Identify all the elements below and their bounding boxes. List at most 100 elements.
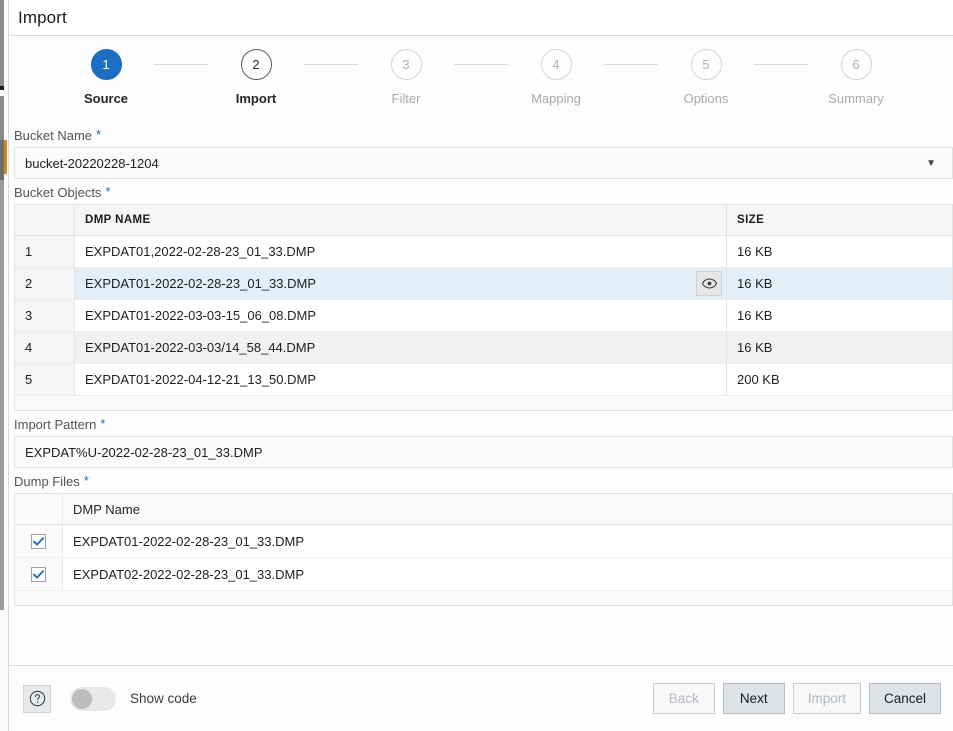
step-import-label: Import bbox=[236, 91, 276, 106]
table-row[interactable]: 2 EXPDAT01-2022-02-28-23_01_33.DMP 16 KB bbox=[15, 268, 952, 300]
bucket-objects-label-row: Bucket Objects * bbox=[9, 179, 953, 204]
show-code-toggle[interactable] bbox=[70, 687, 116, 711]
row-size: 16 KB bbox=[726, 300, 952, 331]
table-row[interactable]: 1 EXPDAT01,2022-02-28-23_01_33.DMP 16 KB bbox=[15, 236, 952, 268]
bucket-objects-label: Bucket Objects bbox=[14, 185, 101, 200]
bucket-name-label: Bucket Name bbox=[14, 128, 92, 143]
required-asterisk-icon: * bbox=[96, 128, 101, 141]
preview-eye-icon[interactable] bbox=[696, 271, 722, 296]
row-dmp-name: EXPDAT01-2022-03-03/14_58_44.DMP bbox=[75, 332, 726, 363]
row-dmp-name: EXPDAT01,2022-02-28-23_01_33.DMP bbox=[75, 236, 726, 267]
step-options-number: 5 bbox=[691, 49, 722, 80]
toggle-knob bbox=[72, 689, 92, 709]
row-index: 4 bbox=[15, 332, 75, 363]
list-item[interactable]: EXPDAT01-2022-02-28-23_01_33.DMP bbox=[15, 525, 952, 558]
checkbox-checked-icon[interactable] bbox=[31, 534, 46, 549]
footer-button-group: Back Next Import Cancel bbox=[653, 683, 941, 714]
column-header-index bbox=[15, 205, 75, 235]
dump-files-label: Dump Files bbox=[14, 474, 80, 489]
import-pattern-input[interactable]: EXPDAT%U-2022-02-28-23_01_33.DMP bbox=[14, 436, 953, 468]
import-pattern-value: EXPDAT%U-2022-02-28-23_01_33.DMP bbox=[25, 445, 263, 460]
step-connector-4 bbox=[604, 64, 658, 65]
step-mapping-number: 4 bbox=[541, 49, 572, 80]
import-pattern-label-row: Import Pattern * bbox=[9, 411, 953, 436]
bucket-objects-table-footer bbox=[15, 396, 952, 410]
cancel-button[interactable]: Cancel bbox=[869, 683, 941, 714]
dialog-footer: Show code Back Next Import Cancel bbox=[9, 665, 953, 731]
dump-file-name: EXPDAT02-2022-02-28-23_01_33.DMP bbox=[63, 558, 952, 590]
row-index: 1 bbox=[15, 236, 75, 267]
row-dmp-name: EXPDAT01-2022-02-28-23_01_33.DMP bbox=[75, 268, 726, 299]
step-summary[interactable]: 6 Summary bbox=[808, 49, 904, 106]
required-asterisk-icon: * bbox=[100, 417, 105, 430]
dump-file-checkbox-cell[interactable] bbox=[15, 525, 63, 557]
dump-files-table-footer bbox=[15, 591, 952, 605]
step-filter[interactable]: 3 Filter bbox=[358, 49, 454, 106]
row-index: 5 bbox=[15, 364, 75, 395]
left-edge-scrollbar-thumb[interactable] bbox=[4, 140, 7, 174]
dump-files-table: DMP Name EXPDAT01-2022-02-28-23_01_33.DM… bbox=[14, 493, 953, 606]
step-source[interactable]: 1 Source bbox=[58, 49, 154, 106]
row-index: 2 bbox=[15, 268, 75, 299]
step-filter-number: 3 bbox=[391, 49, 422, 80]
step-connector-2 bbox=[304, 64, 358, 65]
import-pattern-label: Import Pattern bbox=[14, 417, 96, 432]
bucket-objects-header-row: DMP NAME SIZE bbox=[15, 205, 952, 236]
step-options[interactable]: 5 Options bbox=[658, 49, 754, 106]
help-button[interactable] bbox=[23, 685, 51, 713]
step-filter-label: Filter bbox=[392, 91, 421, 106]
left-edge-chrome-mid bbox=[0, 96, 4, 140]
step-import[interactable]: 2 Import bbox=[208, 49, 304, 106]
wizard-stepper: 1 Source 2 Import 3 Filter 4 Mapping 5 O… bbox=[9, 37, 953, 122]
left-edge-chrome-top bbox=[0, 0, 4, 88]
row-dmp-name: EXPDAT01-2022-03-03-15_06_08.DMP bbox=[75, 300, 726, 331]
step-mapping-label: Mapping bbox=[531, 91, 581, 106]
list-item[interactable]: EXPDAT02-2022-02-28-23_01_33.DMP bbox=[15, 558, 952, 591]
import-wizard-dialog: Import 1 Source 2 Import 3 Filter 4 Mapp… bbox=[0, 0, 953, 731]
left-edge-chrome-bottom bbox=[0, 180, 4, 610]
column-header-checkbox bbox=[15, 494, 63, 524]
step-source-number: 1 bbox=[91, 49, 122, 80]
required-asterisk-icon: * bbox=[84, 474, 89, 487]
chevron-down-icon: ▼ bbox=[926, 158, 936, 169]
dialog-titlebar: Import bbox=[9, 0, 953, 36]
checkbox-checked-icon[interactable] bbox=[31, 567, 46, 582]
row-dmp-name: EXPDAT01-2022-04-12-21_13_50.DMP bbox=[75, 364, 726, 395]
column-header-dmp-name[interactable]: DMP Name bbox=[63, 494, 952, 524]
step-connector-3 bbox=[454, 64, 508, 65]
column-header-size[interactable]: SIZE bbox=[726, 205, 952, 235]
step-source-label: Source bbox=[84, 91, 128, 106]
step-import-number: 2 bbox=[241, 49, 272, 80]
dump-file-checkbox-cell[interactable] bbox=[15, 558, 63, 590]
step-summary-label: Summary bbox=[828, 91, 884, 106]
step-connector-5 bbox=[754, 64, 808, 65]
step-connector-1 bbox=[154, 64, 208, 65]
dump-files-label-row: Dump Files * bbox=[9, 468, 953, 493]
row-size: 16 KB bbox=[726, 268, 952, 299]
back-button[interactable]: Back bbox=[653, 683, 715, 714]
left-edge-chrome-marker bbox=[0, 86, 4, 90]
row-size: 16 KB bbox=[726, 236, 952, 267]
row-dmp-name-text: EXPDAT01-2022-02-28-23_01_33.DMP bbox=[85, 276, 316, 291]
dump-file-name: EXPDAT01-2022-02-28-23_01_33.DMP bbox=[63, 525, 952, 557]
row-index: 3 bbox=[15, 300, 75, 331]
dump-files-header-row: DMP Name bbox=[15, 494, 952, 525]
bucket-name-label-row: Bucket Name * bbox=[9, 122, 953, 147]
row-size: 200 KB bbox=[726, 364, 952, 395]
row-size: 16 KB bbox=[726, 332, 952, 363]
required-asterisk-icon: * bbox=[105, 185, 110, 198]
bucket-objects-table: DMP NAME SIZE 1 EXPDAT01,2022-02-28-23_0… bbox=[14, 204, 953, 411]
bucket-name-select[interactable]: bucket-20220228-1204 ▼ bbox=[14, 147, 953, 179]
table-row[interactable]: 5 EXPDAT01-2022-04-12-21_13_50.DMP 200 K… bbox=[15, 364, 952, 396]
show-code-label: Show code bbox=[130, 691, 197, 706]
step-options-label: Options bbox=[684, 91, 729, 106]
page-title: Import bbox=[9, 8, 67, 28]
wizard-form-body: Bucket Name * bucket-20220228-1204 ▼ Buc… bbox=[9, 122, 953, 665]
table-row[interactable]: 3 EXPDAT01-2022-03-03-15_06_08.DMP 16 KB bbox=[15, 300, 952, 332]
next-button[interactable]: Next bbox=[723, 683, 785, 714]
import-button[interactable]: Import bbox=[793, 683, 861, 714]
step-summary-number: 6 bbox=[841, 49, 872, 80]
table-row[interactable]: 4 EXPDAT01-2022-03-03/14_58_44.DMP 16 KB bbox=[15, 332, 952, 364]
column-header-dmp-name[interactable]: DMP NAME bbox=[75, 205, 726, 235]
step-mapping[interactable]: 4 Mapping bbox=[508, 49, 604, 106]
